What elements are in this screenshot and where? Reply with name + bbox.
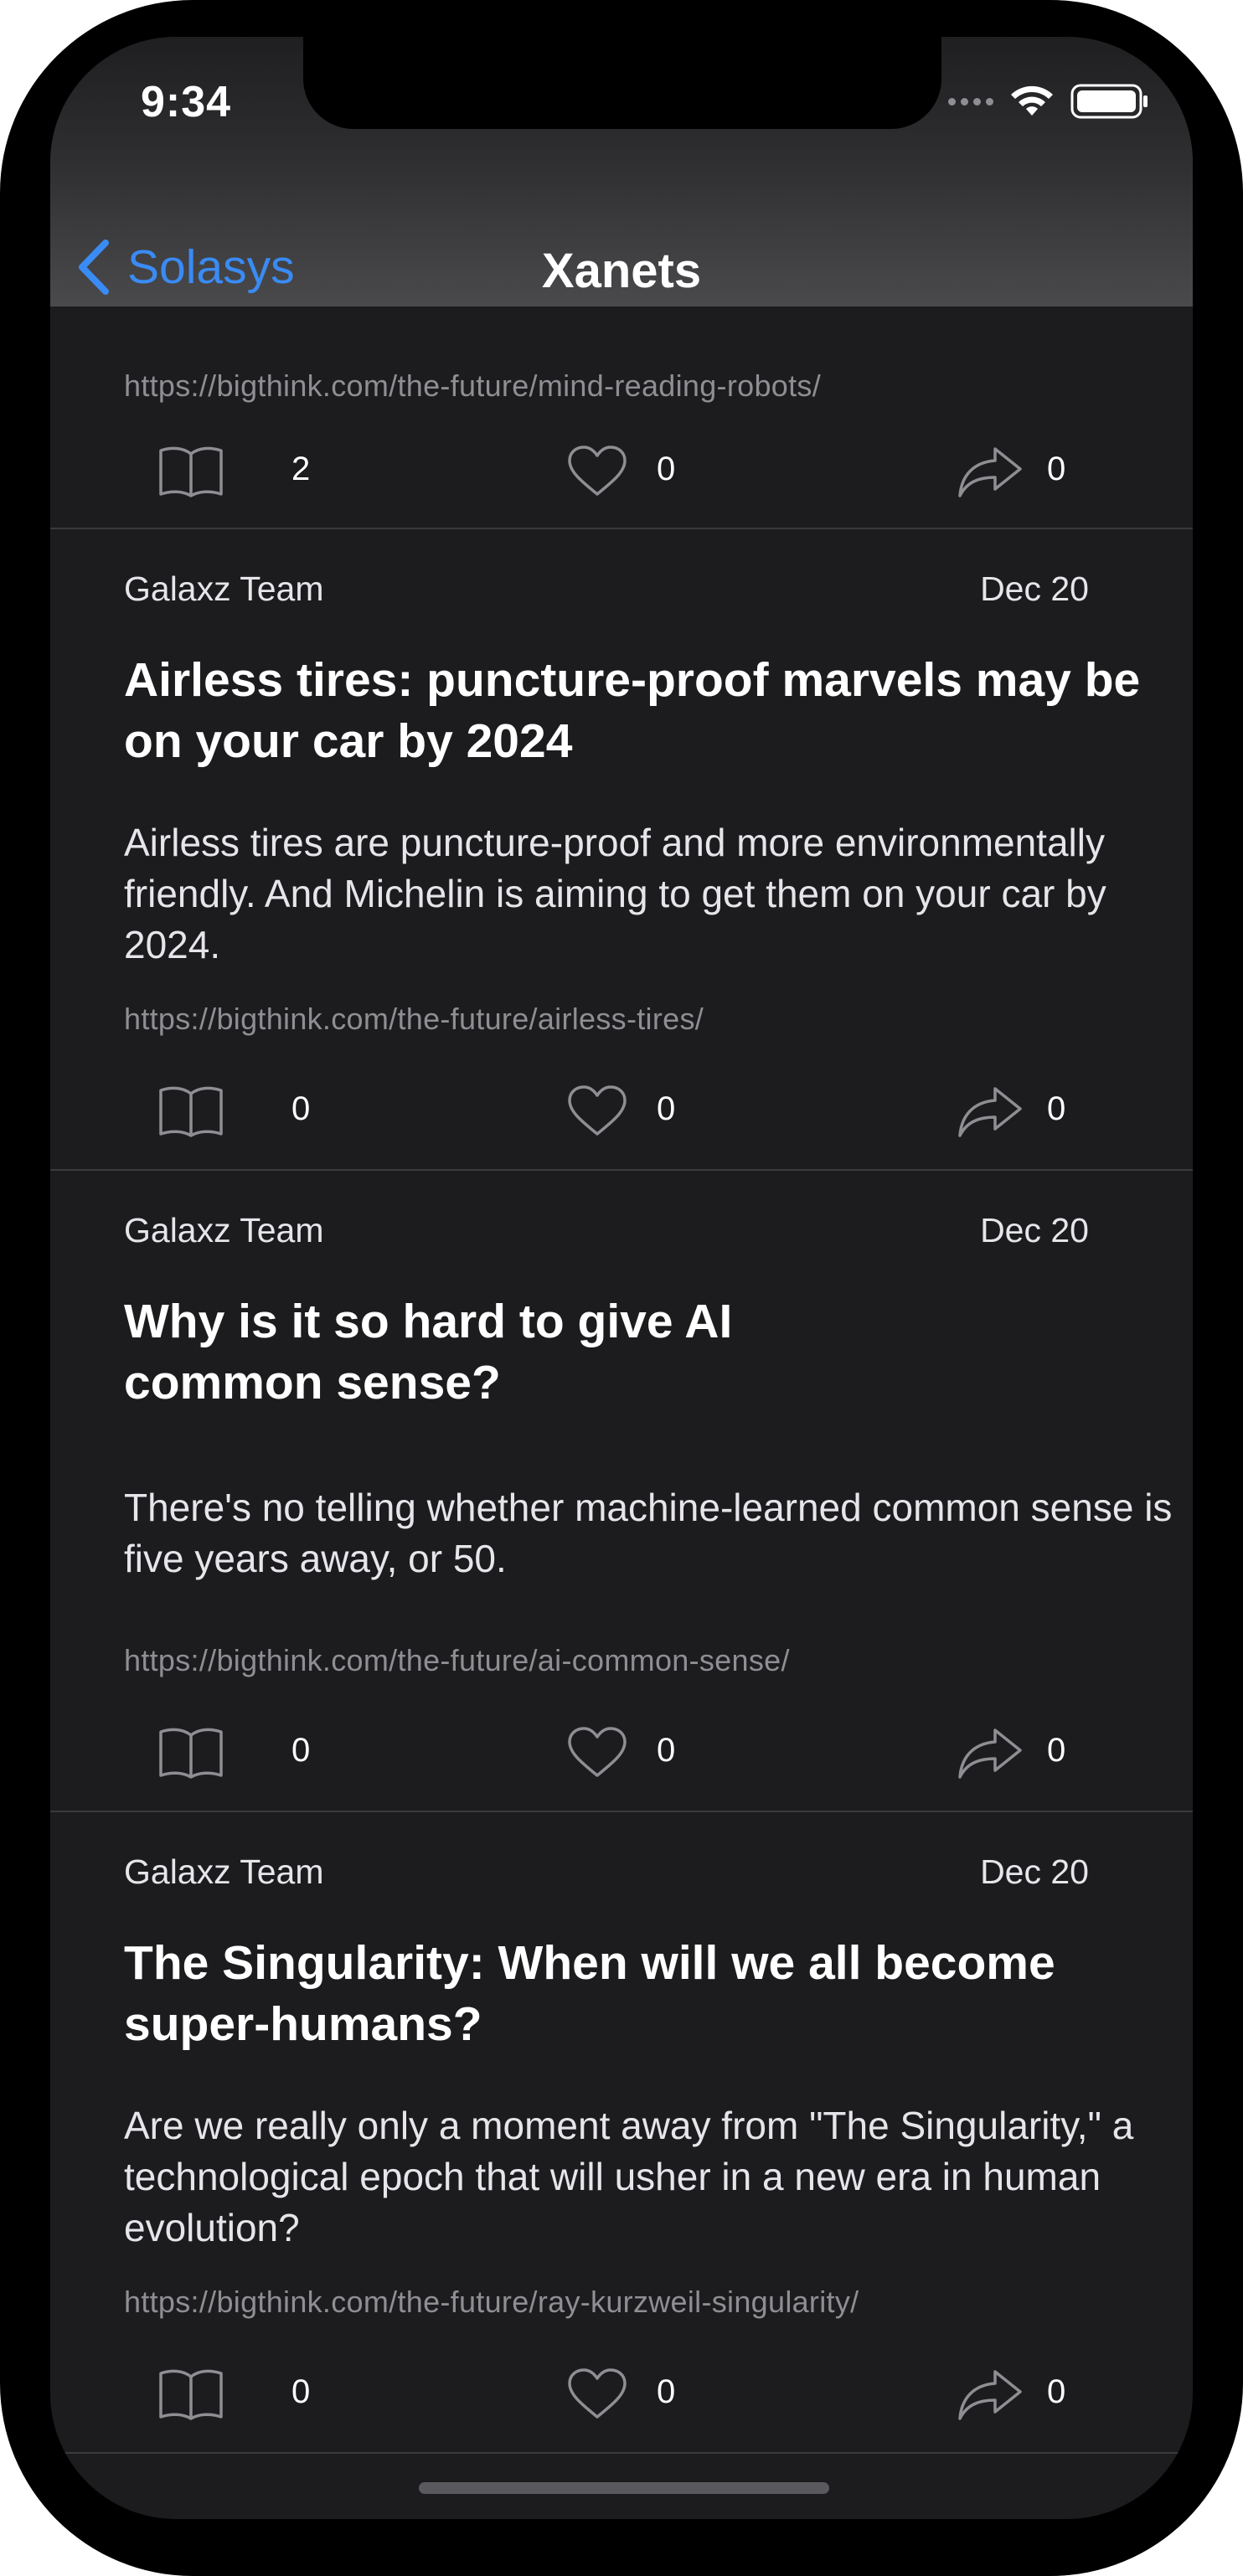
article-author: Galaxz Team (124, 1852, 324, 1891)
article-date: Dec 20 (980, 1211, 1089, 1249)
article-card[interactable]: https://bigthink.com/the-future/mind-rea… (50, 307, 1193, 497)
article-card[interactable]: Galaxz Team Dec 20 Why is it so hard to … (50, 1171, 1193, 1812)
article-actions: 0 0 0 (50, 2360, 1193, 2427)
device-frame: 9:34 Solasys Xanets https://bigthink.com… (0, 0, 1243, 2576)
like-count: 0 (657, 2373, 676, 2410)
article-title[interactable]: Airless tires: puncture-proof marvels ma… (124, 650, 1171, 772)
read-book-icon[interactable] (157, 1725, 224, 1780)
share-count: 0 (1047, 2373, 1066, 2410)
article-url[interactable]: https://bigthink.com/the-future/airless-… (124, 1002, 704, 1037)
share-count: 0 (1047, 1090, 1066, 1127)
page-title: Xanets (541, 244, 702, 298)
article-date: Dec 20 (980, 569, 1089, 608)
home-indicator[interactable] (419, 2482, 829, 2494)
status-time: 9:34 (141, 78, 232, 126)
heart-icon[interactable] (566, 444, 628, 499)
article-actions: 2 0 0 (50, 437, 1193, 504)
article-date: Dec 20 (980, 1852, 1089, 1891)
article-card[interactable]: Galaxz Team Dec 20 Airless tires: punctu… (50, 529, 1193, 1171)
share-count: 0 (1047, 451, 1066, 487)
cellular-signal-icon (948, 97, 993, 106)
like-count: 0 (657, 1732, 676, 1769)
heart-icon[interactable] (566, 1725, 628, 1780)
share-arrow-icon[interactable] (957, 1725, 1024, 1780)
read-book-icon[interactable] (157, 2367, 224, 2422)
article-actions: 0 0 0 (50, 1077, 1193, 1144)
article-summary: Airless tires are puncture-proof and mor… (124, 821, 1106, 966)
heart-icon[interactable] (566, 2367, 628, 2422)
like-count: 0 (657, 451, 676, 487)
share-arrow-icon[interactable] (957, 444, 1024, 499)
notch (303, 37, 941, 129)
status-icons (948, 84, 1149, 119)
article-title[interactable]: Why is it so hard to give AI common sens… (124, 1291, 861, 1414)
article-actions: 0 0 0 (50, 1718, 1193, 1785)
article-url[interactable]: https://bigthink.com/the-future/mind-rea… (124, 368, 821, 404)
article-url[interactable]: https://bigthink.com/the-future/ray-kurz… (124, 2285, 859, 2320)
article-card[interactable]: Galaxz Team Dec 20 The Singularity: When… (50, 1812, 1193, 2454)
share-count: 0 (1047, 1732, 1066, 1769)
screen: 9:34 Solasys Xanets https://bigthink.com… (50, 37, 1193, 2519)
article-url[interactable]: https://bigthink.com/the-future/ai-commo… (124, 1643, 790, 1678)
battery-icon (1070, 84, 1148, 119)
read-count: 0 (291, 2373, 311, 2410)
article-title[interactable]: The Singularity: When will we all become… (124, 1933, 1171, 2055)
article-summary: There's no telling whether machine-learn… (124, 1486, 1173, 1580)
read-count: 0 (291, 1090, 311, 1127)
like-count: 0 (657, 1090, 676, 1127)
article-author: Galaxz Team (124, 1211, 324, 1249)
wifi-icon (1011, 85, 1053, 116)
read-book-icon[interactable] (157, 444, 224, 499)
read-count: 2 (291, 451, 311, 487)
read-book-icon[interactable] (157, 1084, 224, 1139)
share-arrow-icon[interactable] (957, 2367, 1024, 2422)
share-arrow-icon[interactable] (957, 1084, 1024, 1139)
article-summary: Are we really only a moment away from "T… (124, 2104, 1134, 2249)
read-count: 0 (291, 1732, 311, 1769)
divider (50, 2452, 1193, 2454)
heart-icon[interactable] (566, 1084, 628, 1139)
article-author: Galaxz Team (124, 569, 324, 608)
